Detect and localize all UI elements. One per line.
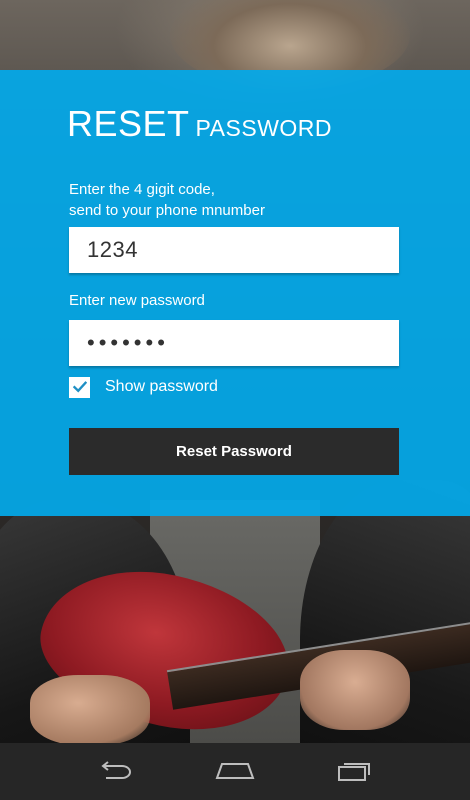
back-icon xyxy=(101,761,131,779)
new-password-input[interactable] xyxy=(69,320,399,366)
code-label-line2: send to your phone mnumber xyxy=(69,202,265,219)
photo-hand-left xyxy=(30,675,150,743)
new-password-label: Enter new password xyxy=(69,292,205,309)
page-title: RESET PASSWORD xyxy=(67,106,332,142)
show-password-checkbox[interactable] xyxy=(69,376,90,398)
photo-hand-right xyxy=(300,650,410,730)
nav-home-button[interactable] xyxy=(205,756,265,786)
show-password-label: Show password xyxy=(105,378,218,395)
code-label: Enter the 4 gigit code, send to your pho… xyxy=(69,179,399,221)
nav-recent-apps-button[interactable] xyxy=(325,756,385,786)
title-large: RESET xyxy=(67,103,190,144)
reset-password-panel: RESET PASSWORD Enter the 4 gigit code, se… xyxy=(0,70,470,516)
title-small: PASSWORD xyxy=(195,115,333,141)
android-navigation-bar xyxy=(0,743,470,800)
reset-password-button[interactable]: Reset Password xyxy=(69,428,399,475)
code-label-line1: Enter the 4 gigit code, xyxy=(69,181,215,198)
show-password-toggle[interactable]: Show password xyxy=(69,376,218,398)
checkmark-icon xyxy=(72,381,87,393)
recent-apps-icon xyxy=(338,763,370,781)
verification-code-input[interactable] xyxy=(69,227,399,273)
nav-back-button[interactable] xyxy=(86,756,146,786)
home-icon xyxy=(215,763,255,779)
